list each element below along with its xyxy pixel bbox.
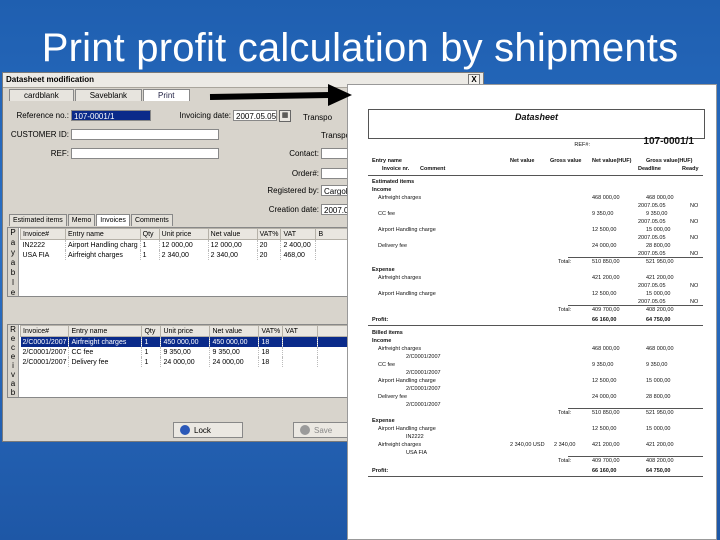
pointer-arrow xyxy=(209,84,352,106)
arrow-overlay xyxy=(209,84,352,106)
